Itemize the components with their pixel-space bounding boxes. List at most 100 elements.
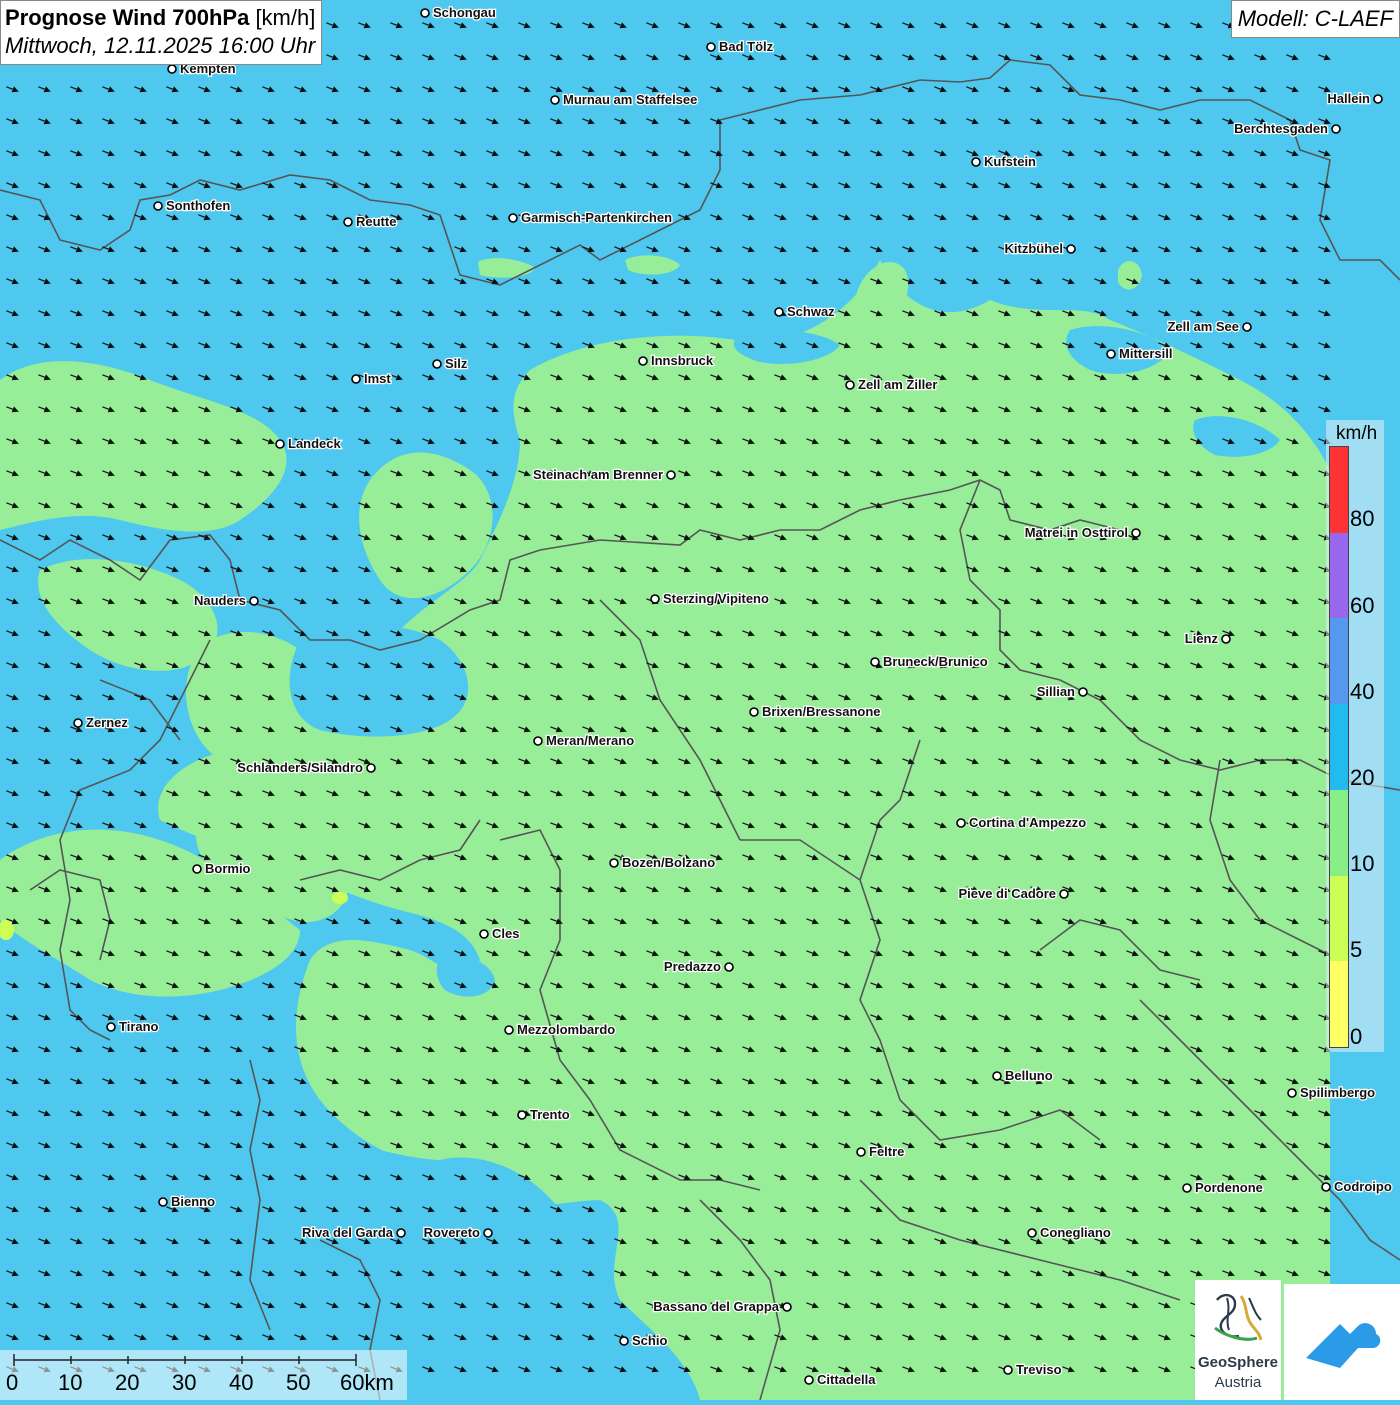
city-marker: Schlanders/Silandro — [236, 759, 376, 776]
city-dot — [706, 42, 716, 52]
city-marker: Bozen/Bolzano — [609, 854, 716, 871]
city-dot — [249, 596, 259, 606]
legend-segment — [1330, 875, 1348, 962]
city-label: Rovereto — [424, 1225, 480, 1240]
city-label: Schwaz — [787, 304, 835, 319]
city-label: Zernez — [86, 715, 128, 730]
city-marker: Pieve di Cadore — [957, 885, 1069, 902]
city-dot — [366, 763, 376, 773]
legend-label: 60 — [1350, 593, 1375, 618]
scalebar-label: 40 — [229, 1370, 254, 1395]
legend-label: 10 — [1350, 851, 1375, 876]
city-dot — [971, 157, 981, 167]
city-marker: Conegliano — [1027, 1224, 1112, 1241]
city-label: Cittadella — [817, 1372, 876, 1387]
legend-segment — [1330, 789, 1348, 876]
legend-segment — [1330, 704, 1348, 790]
city-marker: Berchtesgaden — [1233, 120, 1341, 137]
city-dot — [1373, 94, 1383, 104]
city-dot — [666, 470, 676, 480]
map-title-text: Prognose Wind 700hPa — [5, 5, 250, 30]
scalebar-label: 30 — [172, 1370, 197, 1395]
city-dot — [749, 707, 759, 717]
cloud-mountain-icon — [1306, 1323, 1381, 1368]
city-label: Murnau am Staffelsee — [563, 92, 697, 107]
city-dot — [508, 213, 518, 223]
city-label: Sonthofen — [166, 198, 230, 213]
city-label: Reutte — [356, 214, 396, 229]
city-label: Belluno — [1005, 1068, 1053, 1083]
city-label: Pieve di Cadore — [958, 886, 1056, 901]
city-dot — [1106, 349, 1116, 359]
city-dot — [638, 356, 648, 366]
city-dot — [609, 858, 619, 868]
city-marker: Murnau am Staffelsee — [550, 91, 699, 108]
city-dot — [153, 201, 163, 211]
city-dot — [650, 594, 660, 604]
city-marker: Pordenone — [1182, 1179, 1264, 1196]
city-marker: Riva del Garda — [301, 1224, 406, 1241]
city-label: Cles — [492, 926, 519, 941]
city-dot — [483, 1228, 493, 1238]
distance-scalebar: 0 10 20 30 40 50 60km — [0, 1350, 407, 1400]
city-label: Mittersill — [1119, 346, 1172, 361]
model-label: Modell: C-LAEF — [1230, 0, 1400, 38]
scalebar-label: 60km — [340, 1370, 394, 1395]
city-label: Steinach am Brenner — [533, 467, 663, 482]
city-dot — [1003, 1365, 1013, 1375]
city-dot — [845, 380, 855, 390]
city-label: Riva del Garda — [302, 1225, 394, 1240]
city-dot — [396, 1228, 406, 1238]
city-dot — [1221, 634, 1231, 644]
legend-segment — [1330, 447, 1348, 533]
city-label: Imst — [364, 371, 391, 386]
city-marker: Bassano del Grappa — [652, 1298, 792, 1315]
city-marker: Zell am See — [1166, 318, 1252, 335]
city-label: Schongau — [433, 5, 496, 20]
city-label: Innsbruck — [651, 353, 714, 368]
map-title-unit: [km/h] — [255, 5, 316, 30]
legend-unit: km/h — [1336, 423, 1378, 444]
city-dot — [1066, 244, 1076, 254]
city-dot — [192, 864, 202, 874]
city-dot — [432, 359, 442, 369]
city-dot — [1321, 1182, 1331, 1192]
city-dot — [1078, 687, 1088, 697]
geosphere-austria-logo[interactable]: GeoSphere Austria — [1195, 1280, 1281, 1400]
city-label: Silz — [445, 356, 468, 371]
city-dot — [533, 736, 543, 746]
city-label: Bienno — [171, 1194, 215, 1209]
city-dot — [956, 818, 966, 828]
city-marker: Cortina d'Ampezzo — [956, 814, 1088, 831]
city-dot — [1331, 124, 1341, 134]
city-dot — [106, 1022, 116, 1032]
city-label: Zell am See — [1167, 319, 1239, 334]
city-label: Matrei in Osttirol — [1025, 525, 1128, 540]
legend-segment — [1330, 618, 1348, 705]
geosphere-logo-line2: Austria — [1214, 1374, 1262, 1391]
city-dot — [804, 1375, 814, 1385]
city-marker: Innsbruck — [638, 352, 715, 369]
city-label: Kitzbühel — [1005, 241, 1064, 256]
city-marker: Brixen/Bressanone — [749, 703, 882, 720]
city-dot — [420, 8, 430, 18]
city-label: Sillian — [1037, 684, 1075, 699]
scalebar-label: 10 — [58, 1370, 83, 1395]
city-marker: Steinach am Brenner — [532, 466, 676, 483]
wind-map[interactable]: SchongauBad TölzKemptenMurnau am Staffel… — [0, 0, 1400, 1400]
city-label: Bruneck/Brunico — [883, 654, 988, 669]
city-label: Kufstein — [984, 154, 1036, 169]
city-label: Cortina d'Ampezzo — [969, 815, 1086, 830]
city-label: Predazzo — [664, 959, 721, 974]
legend-segment — [1330, 532, 1348, 619]
city-label: Garmisch-Partenkirchen — [521, 210, 672, 225]
legend-label: 5 — [1350, 937, 1363, 962]
city-marker: Mezzolombardo — [504, 1021, 617, 1038]
city-label: Trento — [530, 1107, 570, 1122]
city-label: Bassano del Grappa — [653, 1299, 779, 1314]
city-label: Feltre — [869, 1144, 904, 1159]
city-dot — [782, 1302, 792, 1312]
weather-app-logo[interactable] — [1284, 1284, 1400, 1400]
city-dot — [504, 1025, 514, 1035]
map-title-box: Prognose Wind 700hPa [km/h] Mittwoch, 12… — [0, 0, 323, 65]
